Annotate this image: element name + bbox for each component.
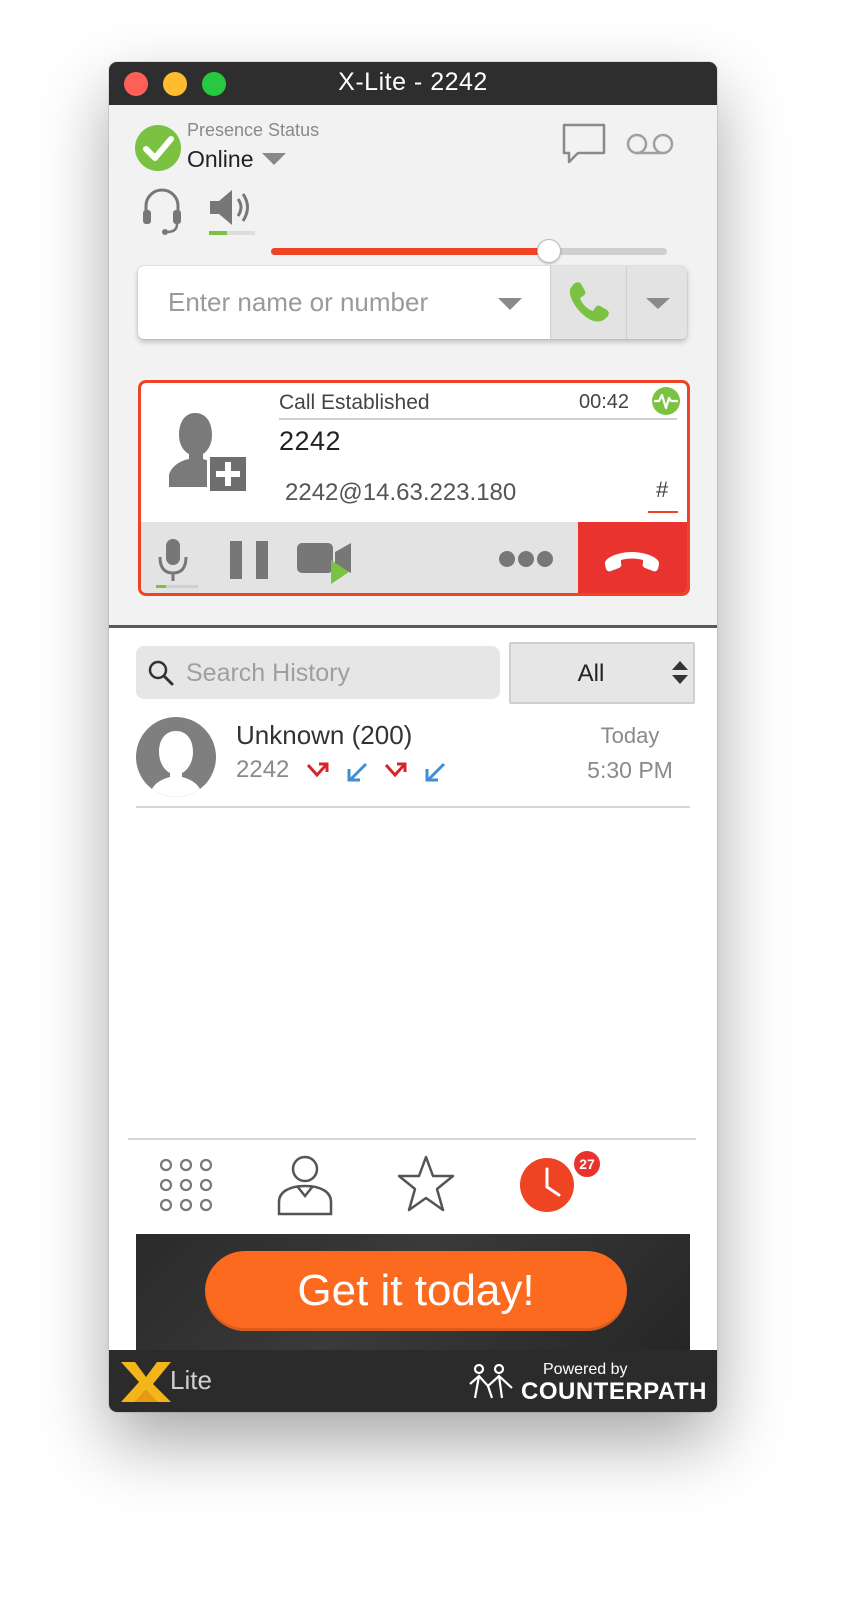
dtmf-keypad-button[interactable]: # [656, 477, 668, 503]
presence-online-icon[interactable] [135, 125, 181, 171]
call-controls-bar [141, 522, 578, 593]
hold-button[interactable] [230, 541, 270, 584]
history-call-time: 5:30 PM [587, 757, 673, 783]
call-divider [279, 418, 677, 420]
voicemail-icon[interactable] [626, 132, 674, 163]
chat-icon[interactable] [560, 122, 608, 171]
history-contact-number: 2242 [236, 756, 290, 783]
history-panel: All Unknown (200) 2242 [109, 628, 717, 1140]
top-panel: Presence Status Online Enter name or num… [109, 105, 717, 628]
xlite-logo-icon [119, 1360, 171, 1409]
outgoing-call-icon [384, 761, 408, 788]
call-quality-icon[interactable] [651, 386, 681, 421]
favorites-tab-icon[interactable] [395, 1154, 457, 1219]
microphone-mute-button[interactable] [155, 537, 199, 593]
call-button[interactable] [550, 266, 627, 339]
history-filter-value: All [577, 660, 605, 687]
get-it-today-button[interactable]: Get it today! [205, 1251, 627, 1331]
incoming-call-icon [424, 761, 446, 788]
presence-value[interactable]: Online [187, 146, 253, 173]
dtmf-underline [648, 511, 678, 513]
volume-slider-fill [271, 248, 549, 255]
contact-avatar [136, 717, 216, 802]
dial-box [138, 266, 687, 339]
add-contact-icon[interactable] [167, 409, 253, 500]
history-contact-name: Unknown (200) [236, 720, 413, 750]
dialpad-tab-icon[interactable] [159, 1158, 213, 1217]
bottom-nav: 27 [128, 1138, 696, 1236]
title-bar: X-Lite - 2242 [109, 62, 717, 105]
dial-history-dropdown-icon[interactable] [498, 298, 522, 310]
footer-app-name: Lite [170, 1365, 212, 1395]
footer-powered-by: Powered by [543, 1361, 628, 1378]
incoming-call-icon [346, 761, 368, 788]
active-call-card: Call Established 00:42 2242 2242@14.63.2… [138, 380, 690, 596]
video-button[interactable] [297, 540, 353, 591]
history-badge: 27 [573, 1150, 601, 1178]
presence-dropdown-icon[interactable] [262, 153, 286, 165]
more-options-button[interactable] [498, 550, 554, 573]
history-tab-icon[interactable] [519, 1157, 575, 1218]
history-call-day: Today [600, 723, 660, 748]
history-row[interactable]: Unknown (200) 2242 Today 5:30 PM [136, 715, 690, 807]
ad-banner: Get it today! [136, 1234, 690, 1350]
search-history-box [136, 646, 500, 701]
call-timer: 00:42 [579, 391, 630, 413]
hang-up-button[interactable] [578, 522, 687, 593]
call-status: Call Established [279, 391, 430, 414]
counterpath-logo-icon [466, 1362, 518, 1407]
headset-icon[interactable] [141, 186, 183, 241]
speaker-icon[interactable] [207, 185, 259, 242]
app-window: X-Lite - 2242 Presence Status Online Ent… [109, 62, 717, 1412]
presence-label: Presence Status [187, 120, 320, 140]
search-icon [148, 660, 174, 691]
history-filter-select[interactable]: All [509, 642, 695, 704]
search-history-input[interactable] [184, 646, 488, 701]
volume-slider[interactable] [271, 239, 667, 263]
outgoing-call-icon [306, 761, 330, 788]
dial-input[interactable] [138, 266, 548, 339]
call-options-button[interactable] [626, 266, 687, 339]
volume-slider-thumb[interactable] [537, 239, 562, 263]
call-address: 2242@14.63.223.180 [285, 479, 517, 506]
contacts-tab-icon[interactable] [276, 1154, 334, 1221]
footer-brand: COUNTERPATH [521, 1378, 707, 1405]
footer: Lite Powered by COUNTERPATH [109, 1350, 717, 1412]
chevron-down-icon [646, 298, 670, 309]
select-arrows-icon [671, 660, 689, 691]
window-title: X-Lite - 2242 [338, 68, 488, 96]
call-number: 2242 [279, 426, 342, 456]
history-row-divider [136, 806, 690, 808]
